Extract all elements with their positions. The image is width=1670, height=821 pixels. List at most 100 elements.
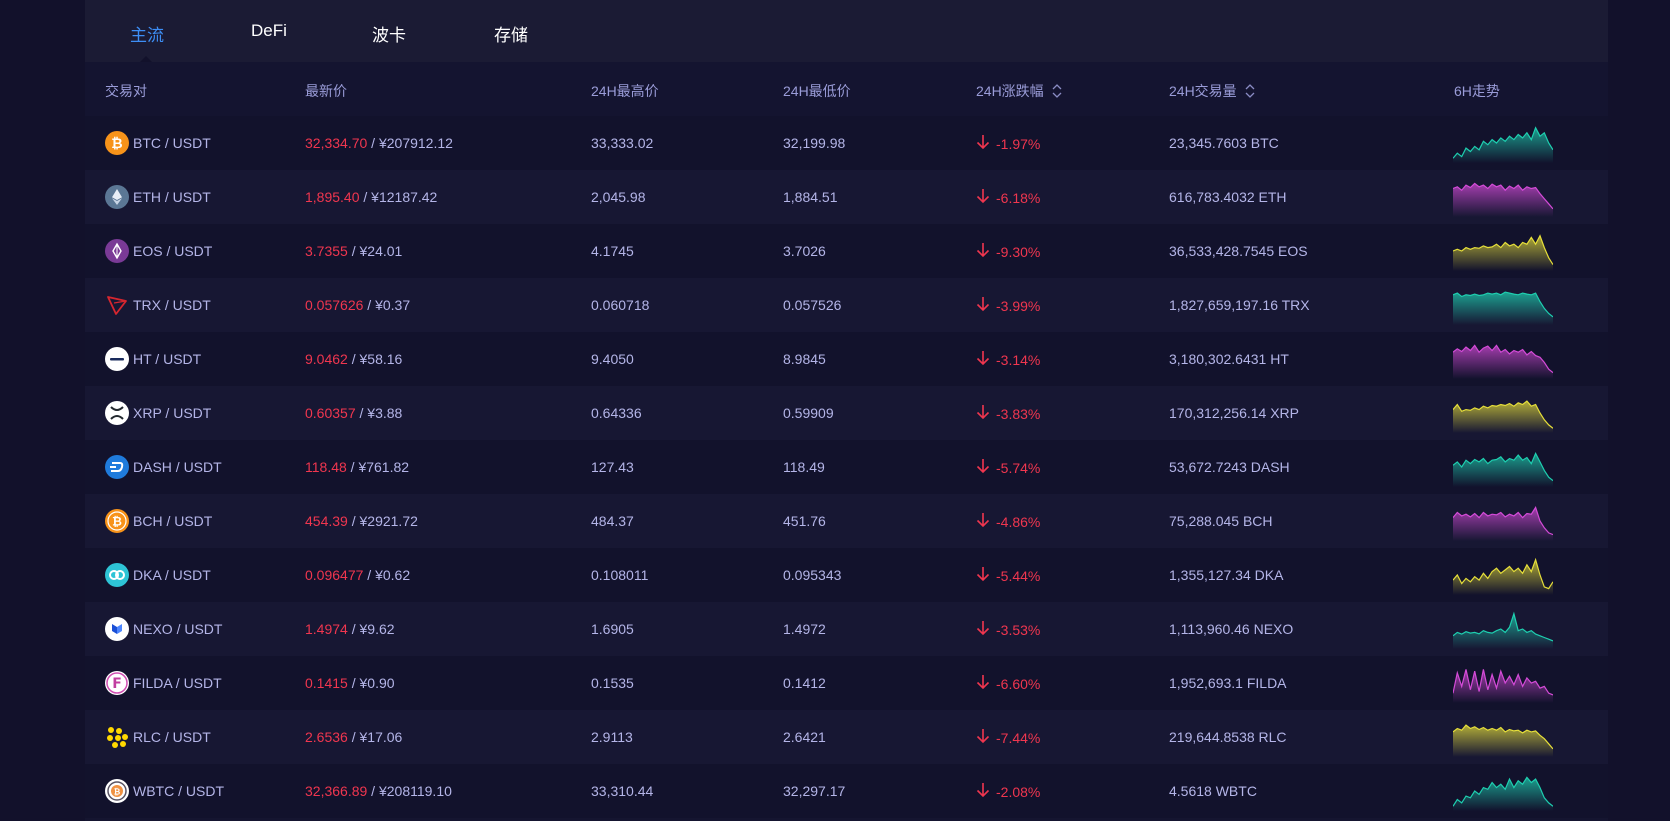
high-24h: 0.64336 xyxy=(591,405,642,421)
huobi-token-icon xyxy=(105,347,129,371)
volume-24h: 1,113,960.46 NEXO xyxy=(1169,621,1294,637)
low-24h: 118.49 xyxy=(783,459,825,475)
last-price-usdt: 9.0462 xyxy=(305,351,348,367)
table-row[interactable]: DASH / USDT 118.48 / ¥761.82 127.43 118.49 -… xyxy=(85,440,1608,494)
tab-mainstream[interactable]: 主流 xyxy=(130,21,164,46)
volume-24h: 53,672.7243 DASH xyxy=(1169,459,1290,475)
last-price: 0.1415 / ¥0.90 xyxy=(305,675,395,691)
table-row[interactable]: TRX / USDT 0.057626 / ¥0.37 0.060718 0.0575… xyxy=(85,278,1608,332)
sort-icon[interactable] xyxy=(1052,83,1062,99)
arrow-down-icon xyxy=(976,728,990,747)
change-24h: -5.74% xyxy=(976,458,1040,477)
table-row[interactable]: NEXO / USDT 1.4974 / ¥9.62 1.6905 1.4972 -3.… xyxy=(85,602,1608,656)
last-price-usdt: 0.096477 xyxy=(305,567,364,583)
trend-sparkline xyxy=(1452,609,1554,654)
change-24h-value: -5.74% xyxy=(996,459,1041,476)
last-price-cny: / ¥207912.12 xyxy=(367,135,453,151)
volume-24h: 1,827,659,197.16 TRX xyxy=(1169,297,1310,313)
trend-sparkline xyxy=(1452,177,1554,222)
last-price-usdt: 3.7355 xyxy=(305,243,348,259)
arrow-down-icon xyxy=(976,620,990,639)
trend-sparkline xyxy=(1452,717,1554,762)
pair-label[interactable]: ETH / USDT xyxy=(133,189,211,205)
tab-defi[interactable]: DeFi xyxy=(251,21,287,41)
arrow-down-icon xyxy=(976,296,990,315)
change-24h-value: -1.97% xyxy=(996,135,1041,152)
pair-label[interactable]: EOS / USDT xyxy=(133,243,212,259)
table-row[interactable]: ₿ WBTC / USDT 32,366.89 / ¥208119.10 33,310… xyxy=(85,764,1608,818)
pair-label[interactable]: DKA / USDT xyxy=(133,567,211,583)
pair-label[interactable]: RLC / USDT xyxy=(133,729,211,745)
arrow-down-icon xyxy=(976,350,990,369)
header-24h-low: 24H最低价 xyxy=(783,83,851,99)
change-24h-value: -6.18% xyxy=(996,189,1041,206)
table-row[interactable]: ETH / USDT 1,895.40 / ¥12187.42 2,045.98 1,… xyxy=(85,170,1608,224)
header-24h-change[interactable]: 24H涨跌幅 xyxy=(976,81,1062,101)
table-row[interactable]: DKA / USDT 0.096477 / ¥0.62 0.108011 0.0953… xyxy=(85,548,1608,602)
pair-label[interactable]: NEXO / USDT xyxy=(133,621,222,637)
arrow-down-icon xyxy=(976,566,990,585)
last-price: 32,366.89 / ¥208119.10 xyxy=(305,783,452,799)
last-price-cny: / ¥208119.10 xyxy=(367,783,452,799)
market-table-body: ₿ BTC / USDT 32,334.70 / ¥207912.12 33,333.… xyxy=(85,116,1608,818)
header-last-price: 最新价 xyxy=(305,83,347,99)
sort-icon[interactable] xyxy=(1245,83,1255,99)
pair-label[interactable]: WBTC / USDT xyxy=(133,783,224,799)
low-24h: 0.59909 xyxy=(783,405,834,421)
change-24h-value: -3.99% xyxy=(996,297,1041,314)
trend-sparkline xyxy=(1452,339,1554,384)
header-24h-high: 24H最高价 xyxy=(591,83,659,99)
last-price: 1.4974 / ¥9.62 xyxy=(305,621,395,637)
arrow-down-icon xyxy=(976,242,990,261)
pair-label[interactable]: TRX / USDT xyxy=(133,297,211,313)
change-24h: -4.86% xyxy=(976,512,1040,531)
last-price: 1,895.40 / ¥12187.42 xyxy=(305,189,437,205)
volume-24h: 1,355,127.34 DKA xyxy=(1169,567,1284,583)
table-row[interactable]: HT / USDT 9.0462 / ¥58.16 9.4050 8.9845 -3.1… xyxy=(85,332,1608,386)
table-row[interactable]: EOS / USDT 3.7355 / ¥24.01 4.1745 3.7026 -9.… xyxy=(85,224,1608,278)
last-price-usdt: 2.6536 xyxy=(305,729,348,745)
svg-text:₿: ₿ xyxy=(114,788,121,797)
table-row[interactable]: ₿ BTC / USDT 32,334.70 / ¥207912.12 33,333.… xyxy=(85,116,1608,170)
trend-sparkline xyxy=(1452,663,1554,708)
table-row[interactable]: XRP / USDT 0.60357 / ¥3.88 0.64336 0.59909 -… xyxy=(85,386,1608,440)
volume-24h: 23,345.7603 BTC xyxy=(1169,135,1279,151)
pair-label[interactable]: FILDA / USDT xyxy=(133,675,222,691)
last-price-cny: / ¥0.90 xyxy=(347,675,395,691)
pair-label[interactable]: HT / USDT xyxy=(133,351,201,367)
arrow-down-icon xyxy=(976,404,990,423)
last-price-usdt: 454.39 xyxy=(305,513,348,529)
last-price: 0.60357 / ¥3.88 xyxy=(305,405,402,421)
table-row[interactable]: F FILDA / USDT 0.1415 / ¥0.90 0.1535 0.1412 -… xyxy=(85,656,1608,710)
pair-label[interactable]: BCH / USDT xyxy=(133,513,212,529)
pair-label[interactable]: BTC / USDT xyxy=(133,135,211,151)
svg-text:₿: ₿ xyxy=(111,136,122,152)
last-price: 0.057626 / ¥0.37 xyxy=(305,297,410,313)
table-row[interactable]: RLC / USDT 2.6536 / ¥17.06 2.9113 2.6421 -7.… xyxy=(85,710,1608,764)
tab-storage[interactable]: 存储 xyxy=(494,21,528,46)
rlc-icon xyxy=(105,725,129,749)
trend-sparkline xyxy=(1452,123,1554,168)
tab-polkadot[interactable]: 波卡 xyxy=(372,21,406,46)
pair-label[interactable]: XRP / USDT xyxy=(133,405,211,421)
header-24h-volume[interactable]: 24H交易量 xyxy=(1169,81,1255,101)
last-price-usdt: 118.48 xyxy=(305,459,347,475)
change-24h-value: -5.44% xyxy=(996,567,1041,584)
change-24h-value: -7.44% xyxy=(996,729,1041,746)
change-24h: -7.44% xyxy=(976,728,1040,747)
last-price-usdt: 32,334.70 xyxy=(305,135,368,151)
wrapped-bitcoin-icon: ₿ xyxy=(105,779,129,803)
low-24h: 451.76 xyxy=(783,513,826,529)
last-price: 454.39 / ¥2921.72 xyxy=(305,513,418,529)
change-24h: -2.08% xyxy=(976,782,1040,801)
change-24h: -9.30% xyxy=(976,242,1040,261)
last-price: 118.48 / ¥761.82 xyxy=(305,459,409,475)
volume-24h: 75,288.045 BCH xyxy=(1169,513,1273,529)
eos-icon xyxy=(105,239,129,263)
bitcoin-icon: ₿ xyxy=(105,131,129,155)
table-row[interactable]: ₿ BCH / USDT 454.39 / ¥2921.72 484.37 451.76… xyxy=(85,494,1608,548)
pair-label[interactable]: DASH / USDT xyxy=(133,459,222,475)
dka-icon xyxy=(105,563,129,587)
change-24h: -5.44% xyxy=(976,566,1040,585)
high-24h: 2.9113 xyxy=(591,729,633,745)
